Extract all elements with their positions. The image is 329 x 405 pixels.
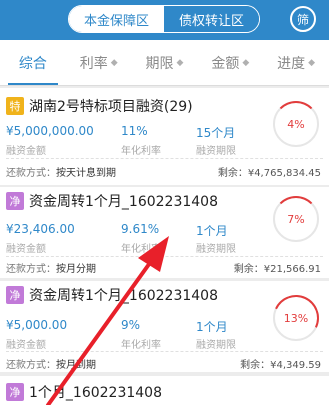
loan-title: 湖南2号特标项目融资(29)	[29, 99, 193, 115]
loan-amount: ¥5,000.00	[6, 318, 68, 332]
tab-comprehensive[interactable]: 综合	[0, 40, 66, 85]
period-label: 融资期限	[196, 146, 236, 157]
divider	[6, 158, 323, 159]
loan-amount: ¥23,406.00	[6, 222, 75, 236]
tab-label: 金额	[211, 55, 240, 72]
tab-label: 利率	[79, 55, 108, 72]
sort-chevron-icon: ◆	[242, 57, 250, 68]
loan-rate: 9.61%	[121, 222, 160, 236]
rate-label: 年化利率	[121, 244, 161, 255]
repay-prefix: 还款方式：	[6, 360, 56, 371]
tab-label: 综合	[18, 55, 47, 72]
period-label: 融资期限	[196, 244, 236, 255]
sort-chevron-icon: ◆	[110, 57, 118, 68]
tab-amount[interactable]: 金额 ◆	[197, 40, 263, 85]
repay-value: 按月到期	[56, 360, 96, 371]
card-title-row: 净 资金周转1个月_1602231408	[6, 191, 218, 211]
loan-rate: 11%	[121, 124, 148, 138]
progress-arc	[273, 101, 319, 147]
progress-arc	[266, 288, 326, 348]
repay-method: 还款方式：按月到期	[6, 356, 96, 371]
net-badge-icon: 净	[6, 286, 24, 304]
sort-chevron-icon: ◆	[176, 57, 184, 68]
net-badge-icon: 净	[6, 383, 24, 401]
remain-prefix: 剩余：	[217, 168, 248, 179]
top-bar: 本金保障区 债权转让区 筛	[0, 0, 329, 40]
remain-value: ¥4,349.59	[270, 360, 321, 371]
special-badge-icon: 特	[6, 97, 24, 115]
repay-prefix: 还款方式：	[6, 168, 56, 179]
card-title-row: 净 1个月_1602231408	[6, 382, 162, 402]
loan-card[interactable]: 特 湖南2号特标项目融资(29) ¥5,000,000.00 11% 15个月 …	[0, 88, 329, 185]
remain-prefix: 剩余：	[233, 264, 264, 275]
remain-value: ¥4,765,834.45	[247, 168, 321, 179]
remaining-amount: 剩余：¥4,349.59	[240, 356, 321, 371]
period-label: 融资期限	[196, 340, 236, 351]
tab-rate[interactable]: 利率 ◆	[66, 40, 132, 85]
zone-segmented-control: 本金保障区 债权转让区	[68, 5, 260, 33]
tab-label: 期限	[145, 55, 174, 72]
repay-value: 按天计息到期	[56, 168, 116, 179]
loan-period: 1个月	[196, 224, 228, 238]
filter-button[interactable]: 筛	[290, 6, 316, 32]
card-title-row: 特 湖南2号特标项目融资(29)	[6, 96, 193, 116]
sort-chevron-icon: ◆	[308, 57, 316, 68]
remain-value: ¥21,566.91	[263, 264, 321, 275]
divider	[6, 351, 323, 352]
divider	[6, 256, 323, 257]
rate-label: 年化利率	[121, 146, 161, 157]
loan-period: 1个月	[196, 320, 228, 334]
segment-principal-guarantee[interactable]: 本金保障区	[69, 6, 164, 32]
loan-title: 资金周转1个月_1602231408	[29, 288, 218, 304]
remaining-amount: 剩余：¥4,765,834.45	[218, 164, 321, 179]
repay-method: 还款方式：按月分期	[6, 260, 96, 275]
remain-prefix: 剩余：	[240, 360, 271, 371]
repay-value: 按月分期	[56, 264, 96, 275]
repay-prefix: 还款方式：	[6, 264, 56, 275]
amount-label: 融资金额	[6, 244, 46, 255]
loan-card[interactable]: 净 1个月_1602231408	[0, 376, 329, 405]
loan-title: 1个月_1602231408	[29, 385, 162, 401]
card-title-row: 净 资金周转1个月_1602231408	[6, 285, 218, 305]
progress-ring: 4%	[273, 101, 319, 147]
segment-debt-transfer[interactable]: 债权转让区	[164, 6, 259, 32]
progress-arc	[273, 196, 319, 242]
repay-method: 还款方式：按天计息到期	[6, 164, 116, 179]
loan-rate: 9%	[121, 318, 141, 332]
loan-amount: ¥5,000,000.00	[6, 124, 94, 138]
loan-title: 资金周转1个月_1602231408	[29, 194, 218, 210]
remaining-amount: 剩余：¥21,566.91	[234, 260, 321, 275]
tab-progress[interactable]: 进度 ◆	[263, 40, 329, 85]
rate-label: 年化利率	[121, 340, 161, 351]
sort-tabs: 综合 利率 ◆ 期限 ◆ 金额 ◆ 进度 ◆	[0, 40, 329, 86]
progress-ring: 13%	[266, 288, 326, 348]
loan-period: 15个月	[196, 126, 236, 140]
net-badge-icon: 净	[6, 192, 24, 210]
amount-label: 融资金额	[6, 146, 46, 157]
loan-card[interactable]: 净 资金周转1个月_1602231408 ¥5,000.00 9% 1个月 融资…	[0, 281, 329, 372]
tab-period[interactable]: 期限 ◆	[132, 40, 198, 85]
loan-card[interactable]: 净 资金周转1个月_1602231408 ¥23,406.00 9.61% 1个…	[0, 187, 329, 278]
progress-ring: 7%	[273, 196, 319, 242]
amount-label: 融资金额	[6, 340, 46, 351]
tab-label: 进度	[277, 55, 306, 72]
